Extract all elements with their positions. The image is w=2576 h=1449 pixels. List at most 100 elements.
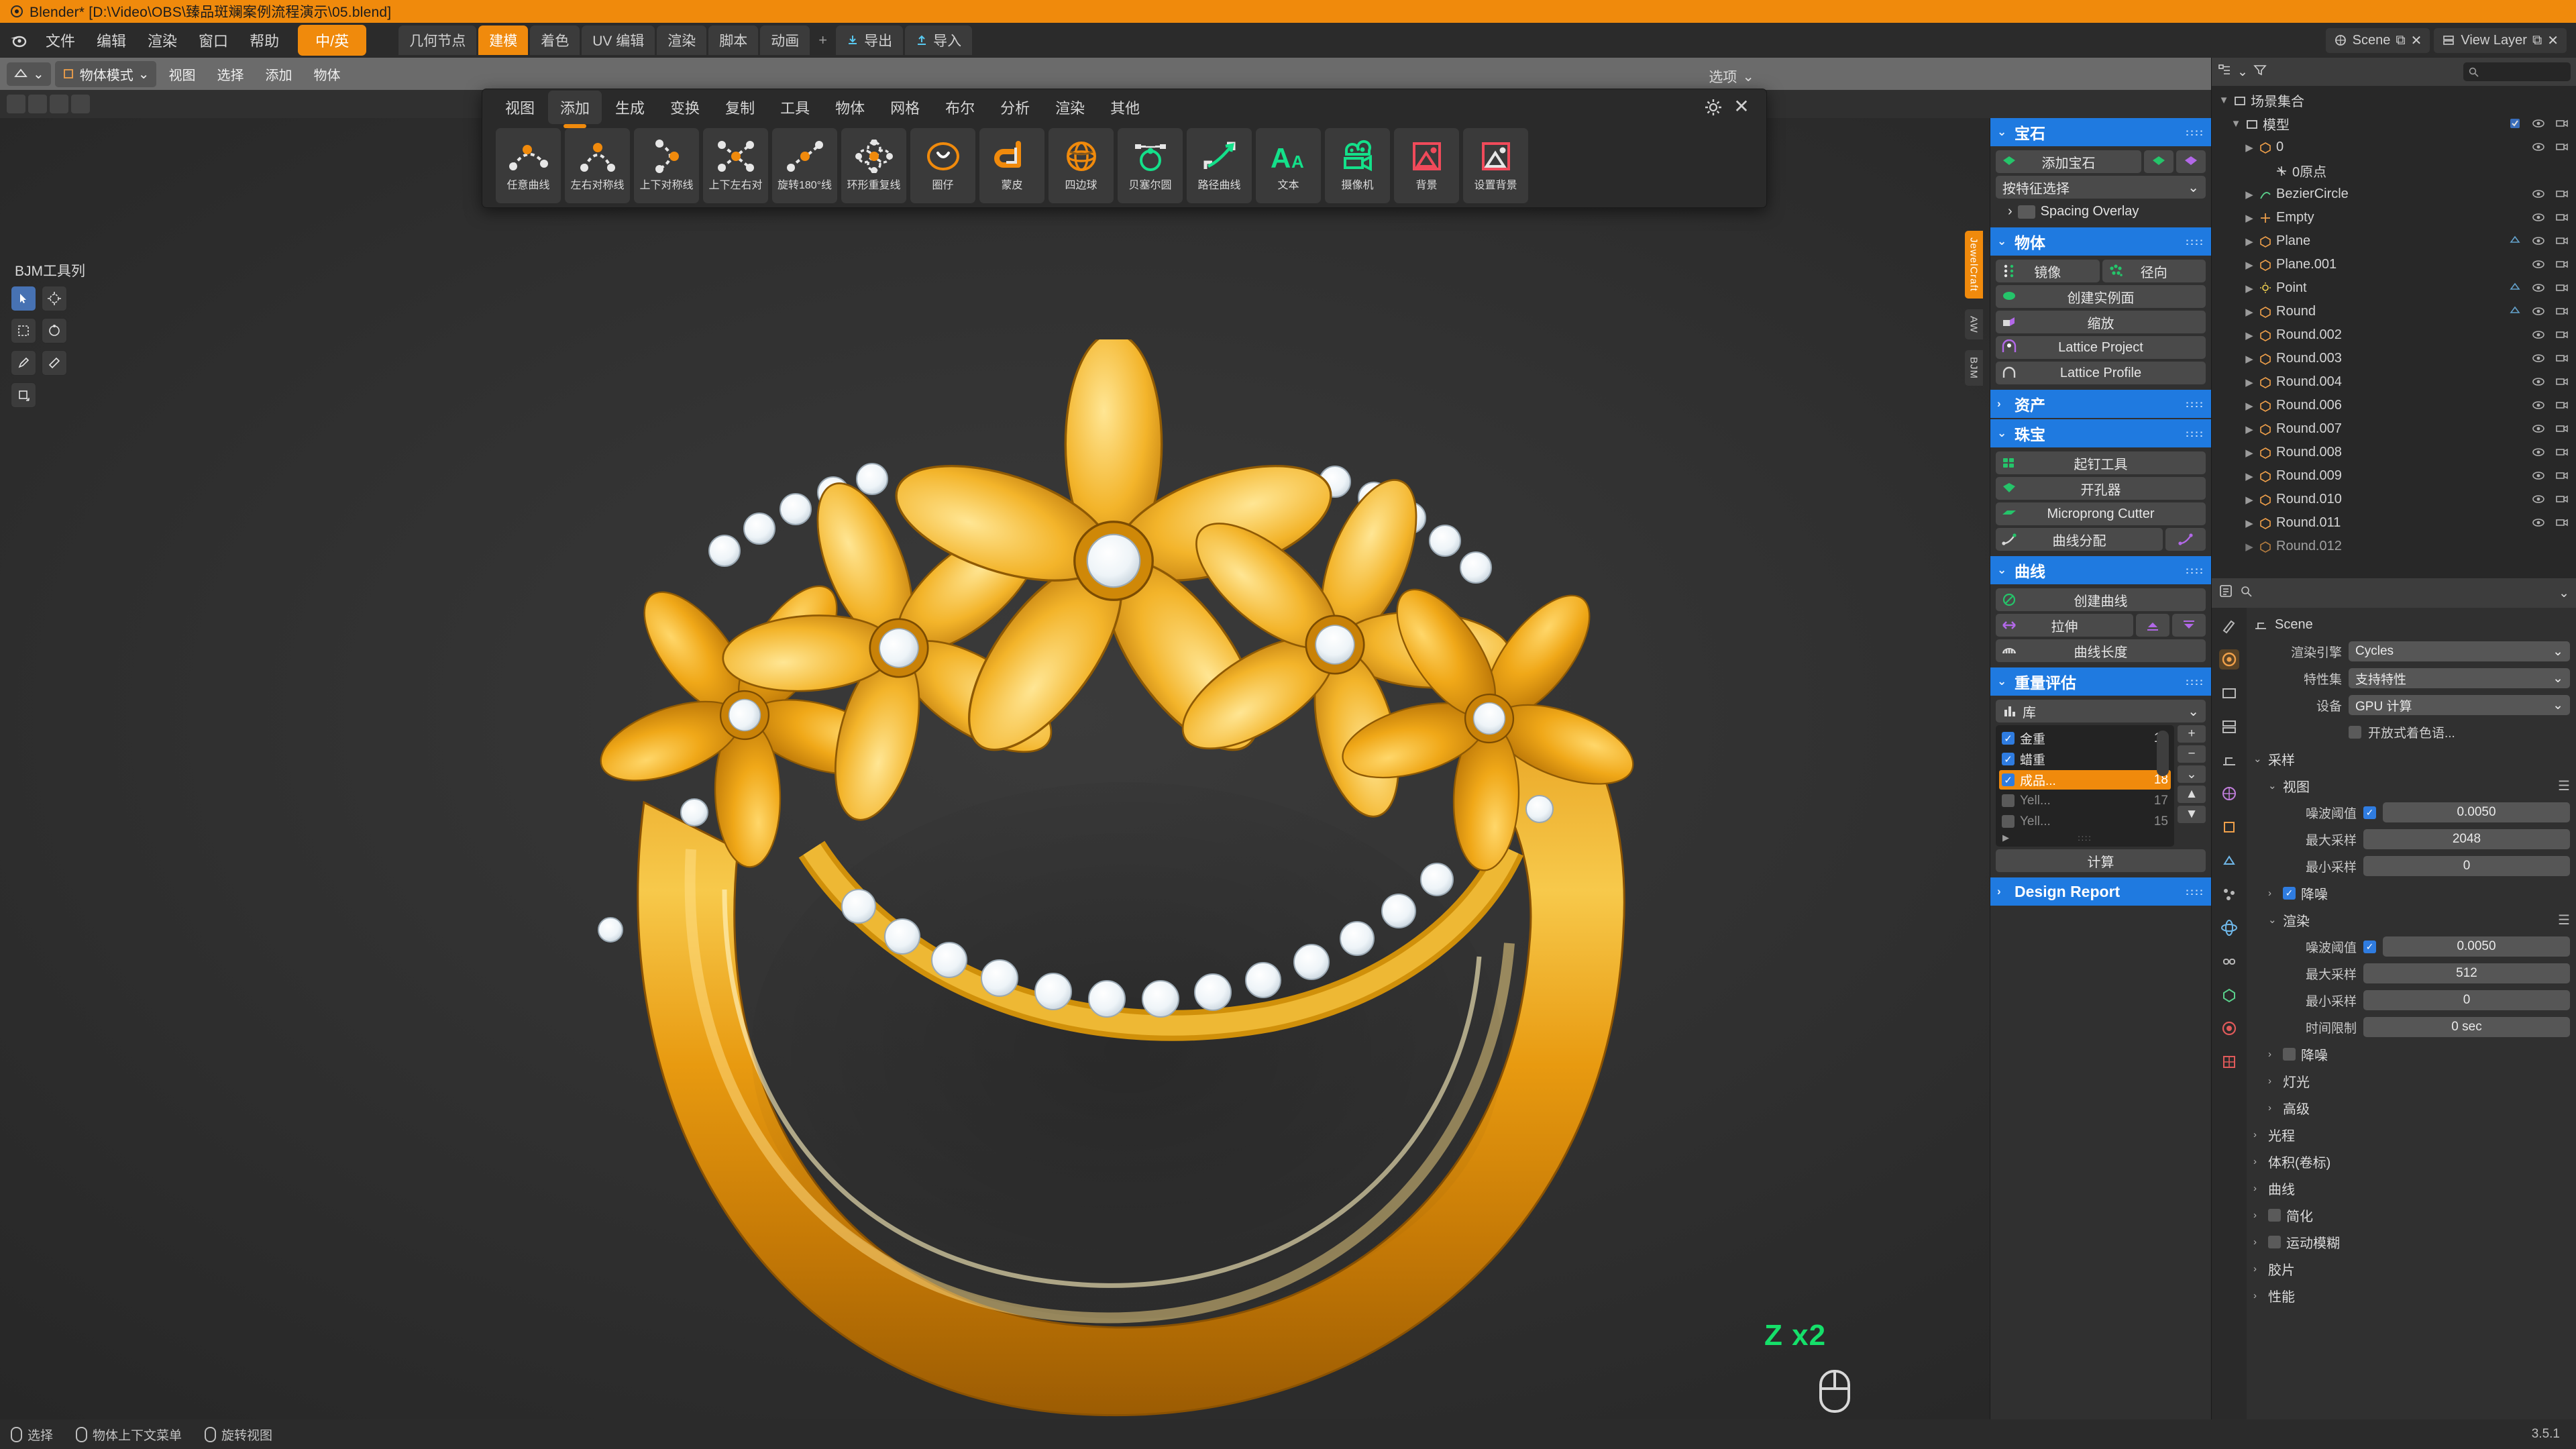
bjm-options-label[interactable]: 选项 ⌄ [1709,66,1754,87]
viewport-min-samples-field[interactable]: 最小采样 0 [2253,855,2570,877]
tab-scene[interactable] [2219,750,2239,770]
weighting-row-selected[interactable]: ✓ 成品... 18 [1999,770,2171,790]
time-limit-value[interactable]: 0 sec [2363,1017,2570,1037]
workspace-tab-uv-editing[interactable]: UV 编辑 [582,25,655,55]
render-denoise-header[interactable]: › 降噪 [2253,1042,2570,1065]
eye-icon[interactable] [2532,187,2546,201]
outliner-row-round-011[interactable]: ▶ Round.011 [2212,511,2576,535]
outliner-row-collection-model[interactable]: ▼ 模型 [2212,112,2576,136]
language-toggle-button[interactable]: 中/英 [298,25,367,56]
viewport-max-samples-field[interactable]: 最大采样 2048 [2253,828,2570,851]
cutter-button[interactable]: 开孔器 [1996,477,2206,500]
light-paths-header[interactable]: › 光程 [2253,1123,2570,1146]
row-checkbox[interactable]: ✓ [2002,773,2015,786]
add-material-button[interactable]: + [2178,725,2206,743]
bjm-tool-mirror-both-curve[interactable]: 上下左右对 [703,128,768,203]
viewlayer-new-icon[interactable]: ⧉ [2532,33,2542,48]
bjm-tool-radial-repeat-curve[interactable]: 环形重复线 [841,128,906,203]
eye-icon[interactable] [2532,258,2546,272]
bjm-tab-transform[interactable]: 变换 [658,91,712,124]
npanel-section-design-report-header[interactable]: › Design Report :::: [1990,877,2211,906]
viewport-min-value[interactable]: 0 [2363,856,2570,876]
chevron-right-icon[interactable]: ▶ [2244,470,2255,482]
chevron-right-icon[interactable]: ▶ [2244,376,2255,388]
bjm-tool-text[interactable]: A A 文本 [1256,128,1321,203]
bjm-tab-mesh[interactable]: 网格 [878,91,932,124]
outliner-row-round[interactable]: ▶ Round [2212,300,2576,323]
viewport-noise-checkbox[interactable]: ✓ [2363,806,2376,819]
select-mode-subtract-icon[interactable] [50,95,68,113]
eye-icon[interactable] [2532,140,2546,154]
camera-icon[interactable] [2555,469,2569,483]
lights-header[interactable]: › 灯光 [2253,1069,2570,1092]
outliner-editor-type-icon[interactable] [2217,62,2232,81]
tool-select-box[interactable] [11,318,36,343]
select-mode-set-icon[interactable] [7,95,25,113]
eye-icon[interactable] [2532,305,2546,319]
camera-icon[interactable] [2555,211,2569,225]
chevron-down-icon[interactable]: ▼ [2218,95,2229,106]
lattice-project-button[interactable]: Lattice Project [1996,336,2206,359]
make-instance-face-button[interactable]: 创建实例面 [1996,285,2206,308]
chevron-right-icon[interactable]: ▶ [2244,212,2255,224]
outliner-row-point-light[interactable]: ▶ Point [2212,276,2576,300]
chevron-right-icon[interactable]: ▶ [2244,494,2255,506]
close-icon[interactable]: ✕ [1731,97,1752,117]
menu-render[interactable]: 渲染 [138,25,186,55]
mirror-button[interactable]: 镜像 [1996,260,2100,282]
bjm-tool-quadsphere[interactable]: 四边球 [1049,128,1114,203]
camera-icon[interactable] [2555,398,2569,413]
workspace-tab-animation[interactable]: 动画 [760,25,810,55]
3d-viewport[interactable]: BJM工具列 Z x2 JewelCraft AW BJM [0,118,2241,1419]
tab-object[interactable] [2219,817,2239,837]
npanel-section-weighting-header[interactable]: ⌄ 重量评估 :::: [1990,667,2211,696]
workspace-tab-shading[interactable]: 着色 [530,25,580,55]
create-curve-button[interactable]: 创建曲线 [1996,588,2206,611]
bjm-tab-render[interactable]: 渲染 [1043,91,1097,124]
render-noise-checkbox[interactable]: ✓ [2363,940,2376,953]
side-tab-jewelcraft[interactable]: JewelCraft [1964,231,1983,299]
tab-world[interactable] [2219,784,2239,804]
bjm-tab-tools[interactable]: 工具 [768,91,822,124]
bjm-tool-rotate180-curve[interactable]: 旋转180°线 [772,128,837,203]
viewport-noise-value[interactable]: 0.0050 [2383,802,2570,822]
workspace-tab-rendering[interactable]: 渲染 [657,25,707,55]
camera-icon[interactable] [2555,445,2569,460]
scene-new-icon[interactable]: ⧉ [2396,33,2405,48]
simplify-header[interactable]: › 简化 [2253,1203,2570,1226]
move-down-button[interactable]: ▼ [2178,806,2206,823]
viewport-sampling-menu-icon[interactable]: ☰ [2558,777,2570,794]
tab-physics[interactable] [2219,918,2239,938]
outliner-display-mode-chevron[interactable]: ⌄ [2237,64,2248,80]
tab-texture[interactable] [2219,1052,2239,1072]
weighting-material-list[interactable]: ✓ 金重 19 ✓ 蜡重 0. ✓ 成品... 18 [1996,725,2174,847]
modifier-icon[interactable] [2508,234,2522,248]
render-max-value[interactable]: 512 [2363,963,2570,983]
bjm-tab-other[interactable]: 其他 [1098,91,1152,124]
eye-icon[interactable] [2532,328,2546,342]
chevron-right-icon[interactable]: ▶ [2244,541,2255,553]
editor-type-selector[interactable]: ⌄ [7,62,51,86]
outliner-row-round-010[interactable]: ▶ Round.010 [2212,488,2576,511]
weighting-row[interactable]: Yell... 17 [1999,791,2171,810]
outliner-row-empty[interactable]: ▶ Empty [2212,206,2576,229]
viewport-sampling-header[interactable]: ⌄ 视图 ☰ [2253,774,2570,797]
outliner-scene-collection-row[interactable]: ▼ 场景集合 [2212,89,2576,112]
scale-button[interactable]: 缩放 [1996,311,2206,333]
feature-set-field[interactable]: 特性集 支持特性 ⌄ [2253,667,2570,690]
properties-editor-type-icon[interactable] [2218,584,2233,602]
tool-tweak[interactable] [11,286,36,311]
bjm-floating-panel[interactable]: 选项 ⌄ 视图 添加 生成 变换 复制 工具 物体 网格 布尔 分析 渲染 其他 [482,69,1767,208]
outliner-filter-icon[interactable] [2253,63,2267,80]
add-gem-button[interactable]: 添加宝石 [1996,150,2141,173]
camera-icon[interactable] [2555,305,2569,319]
sampling-section-header[interactable]: ⌄ 采样 [2253,747,2570,770]
viewport-menu-add[interactable]: 添加 [257,61,301,87]
tab-constraints[interactable] [2219,951,2239,971]
bjm-tool-background[interactable]: 背景 [1394,128,1459,203]
bjm-tab-view[interactable]: 视图 [493,91,547,124]
eye-icon[interactable] [2532,422,2546,436]
render-max-samples-field[interactable]: 最大采样 512 [2253,962,2570,985]
bjm-tool-bezier-circle[interactable]: 贝塞尔圆 [1118,128,1183,203]
prong-tool-button[interactable]: 起钉工具 [1996,451,2206,474]
